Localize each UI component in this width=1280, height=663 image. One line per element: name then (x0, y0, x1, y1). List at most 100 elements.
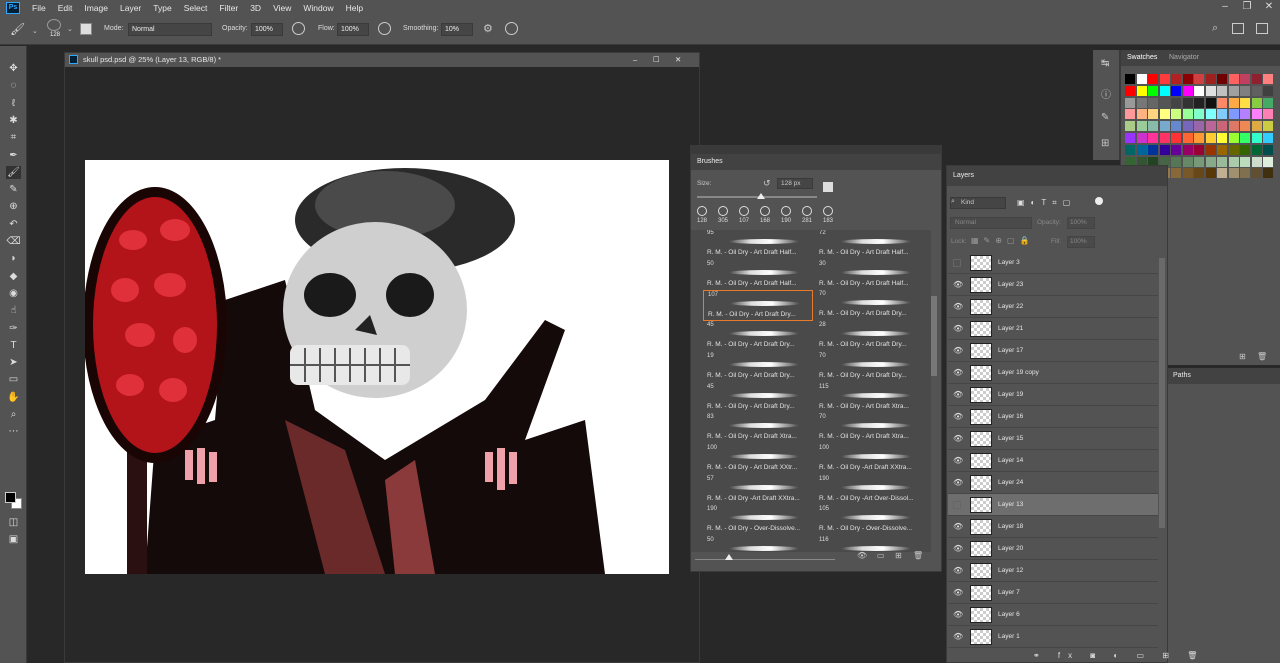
color-swatch[interactable] (1205, 121, 1216, 132)
close-icon[interactable]: ✕ (675, 53, 681, 67)
eye-icon[interactable]: 👁 (953, 632, 963, 641)
brush-preview-handle[interactable] (725, 554, 733, 560)
new-brush-icon[interactable] (823, 182, 833, 192)
info-icon[interactable]: ⓘ (1101, 86, 1111, 101)
fill-field[interactable]: 100% (1067, 236, 1095, 248)
pressure-opacity-icon[interactable] (292, 22, 305, 35)
mode-select[interactable]: Normal (128, 23, 212, 36)
new-swatch-icon[interactable]: ⊞ (1239, 352, 1246, 361)
color-swatch[interactable] (1148, 97, 1158, 108)
color-swatch[interactable] (1136, 121, 1147, 132)
search-icon[interactable]: ⌕ (1212, 22, 1218, 35)
eye-icon[interactable]: 👁 (953, 412, 963, 421)
color-swatch[interactable] (1217, 156, 1227, 167)
brush-preset-icon[interactable] (47, 19, 61, 31)
brush-preset[interactable]: 28 R. M. - Oil Dry - Art Draft Dry... (815, 321, 925, 352)
chevron-down-icon[interactable]: ⌄ (67, 25, 73, 33)
menu-3d[interactable]: 3D (244, 3, 267, 13)
tab-swatches[interactable]: Swatches (1127, 54, 1157, 61)
color-swatch[interactable] (1263, 156, 1273, 167)
brush-tool-icon[interactable]: 🖌 (6, 165, 21, 179)
minimize-icon[interactable]: – (1214, 0, 1236, 15)
eye-icon[interactable]: 👁 (953, 610, 963, 619)
color-swatch[interactable] (1240, 85, 1250, 96)
menu-filter[interactable]: Filter (213, 3, 244, 13)
menu-image[interactable]: Image (78, 3, 114, 13)
color-swatch[interactable] (1125, 121, 1135, 132)
recent-brush[interactable]: 168 (756, 204, 776, 228)
layer-row[interactable]: 👁 Layer 15 (948, 428, 1158, 450)
color-swatch[interactable] (1136, 97, 1147, 108)
color-swatch[interactable] (1240, 121, 1250, 132)
eyedropper-icon[interactable]: ✒ (6, 149, 21, 162)
type-tool-icon[interactable]: T (6, 339, 21, 352)
quick-mask-icon[interactable]: ◫ (6, 516, 21, 529)
eye-icon[interactable]: 👁 (953, 368, 963, 377)
color-swatch[interactable] (1125, 144, 1135, 155)
color-swatch[interactable] (1240, 109, 1250, 120)
color-swatch[interactable] (1240, 168, 1250, 179)
pressure-size-icon[interactable] (505, 22, 518, 35)
color-swatch[interactable] (1205, 85, 1216, 96)
eye-icon[interactable]: 👁 (953, 390, 963, 399)
color-swatch[interactable] (1182, 74, 1193, 84)
crop-tool-icon[interactable]: ⌗ (6, 131, 21, 144)
layer-row[interactable]: 👁 Layer 19 copy (948, 362, 1158, 384)
layer-row[interactable]: Layer 13 (948, 494, 1158, 516)
workspace-icon[interactable] (1232, 23, 1244, 34)
color-swatch[interactable] (1228, 85, 1239, 96)
color-swatch[interactable] (1240, 97, 1250, 108)
brush-preset[interactable]: 190 R. M. - Oil Dry - Over-Dissolve... (703, 505, 813, 536)
color-swatch[interactable] (1251, 121, 1262, 132)
layer-row[interactable]: 👁 Layer 18 (948, 516, 1158, 538)
color-swatch[interactable] (1228, 144, 1239, 155)
layer-row[interactable]: 👁 Layer 7 (948, 582, 1158, 604)
flow-field[interactable]: 100% (337, 23, 369, 36)
minimize-icon[interactable]: – (633, 53, 637, 67)
layer-row[interactable]: 👁 Layer 23 (948, 274, 1158, 296)
color-swatch[interactable] (1159, 109, 1170, 120)
clone-stamp-icon[interactable]: ⊕ (6, 200, 21, 213)
color-swatch[interactable] (1148, 74, 1158, 84)
color-swatch[interactable] (1251, 168, 1262, 179)
brush-list-scrollbar[interactable] (931, 296, 937, 376)
pencil-icon[interactable]: ✎ (6, 183, 21, 196)
color-swatch[interactable] (1159, 74, 1170, 84)
recent-brush[interactable]: 107 (735, 204, 755, 228)
color-swatch[interactable] (1251, 144, 1262, 155)
marquee-tool-icon[interactable]: ◌ (6, 79, 21, 92)
color-swatch[interactable] (1148, 144, 1158, 155)
size-slider-handle[interactable] (757, 193, 765, 199)
color-swatch[interactable] (1182, 156, 1193, 167)
brush-panel-toggle-icon[interactable] (80, 23, 92, 35)
blur-icon[interactable]: ◆ (6, 270, 21, 283)
eye-icon[interactable]: 👁 (953, 588, 963, 597)
menu-view[interactable]: View (267, 3, 297, 13)
color-swatch[interactable] (1182, 109, 1193, 120)
color-swatch[interactable] (1194, 97, 1204, 108)
eraser-icon[interactable]: ⌫ (6, 235, 21, 248)
brush-preset[interactable]: 105 R. M. - Oil Dry - Over-Dissolve... (815, 505, 925, 536)
layer-row[interactable]: 👁 Layer 6 (948, 604, 1158, 626)
share-icon[interactable] (1256, 23, 1268, 34)
color-swatch[interactable] (1263, 109, 1273, 120)
color-swatch[interactable] (1171, 121, 1181, 132)
color-swatch[interactable] (1228, 168, 1239, 179)
maximize-icon[interactable]: ☐ (653, 53, 660, 67)
color-swatch[interactable] (1217, 168, 1227, 179)
color-swatch[interactable] (1251, 97, 1262, 108)
clone-source-icon[interactable]: ⊞ (1101, 138, 1109, 149)
trash-icon[interactable]: 🗑 (1257, 352, 1267, 361)
brush-preset[interactable]: R. M. - Oil Dry - Art Draft Half... (815, 230, 925, 260)
layer-row[interactable]: 👁 Layer 22 (948, 296, 1158, 318)
color-swatch[interactable] (1251, 156, 1262, 167)
color-swatch[interactable] (1263, 74, 1273, 84)
color-swatch[interactable] (1182, 97, 1193, 108)
color-swatch[interactable] (1194, 144, 1204, 155)
color-swatch[interactable] (1263, 85, 1273, 96)
close-icon[interactable]: ✕ (1258, 0, 1280, 15)
trash-icon[interactable]: 🗑 (913, 551, 923, 560)
color-swatch[interactable] (1182, 85, 1193, 96)
color-swatch[interactable] (1194, 74, 1204, 84)
layers-title[interactable]: Layers (947, 166, 1167, 186)
